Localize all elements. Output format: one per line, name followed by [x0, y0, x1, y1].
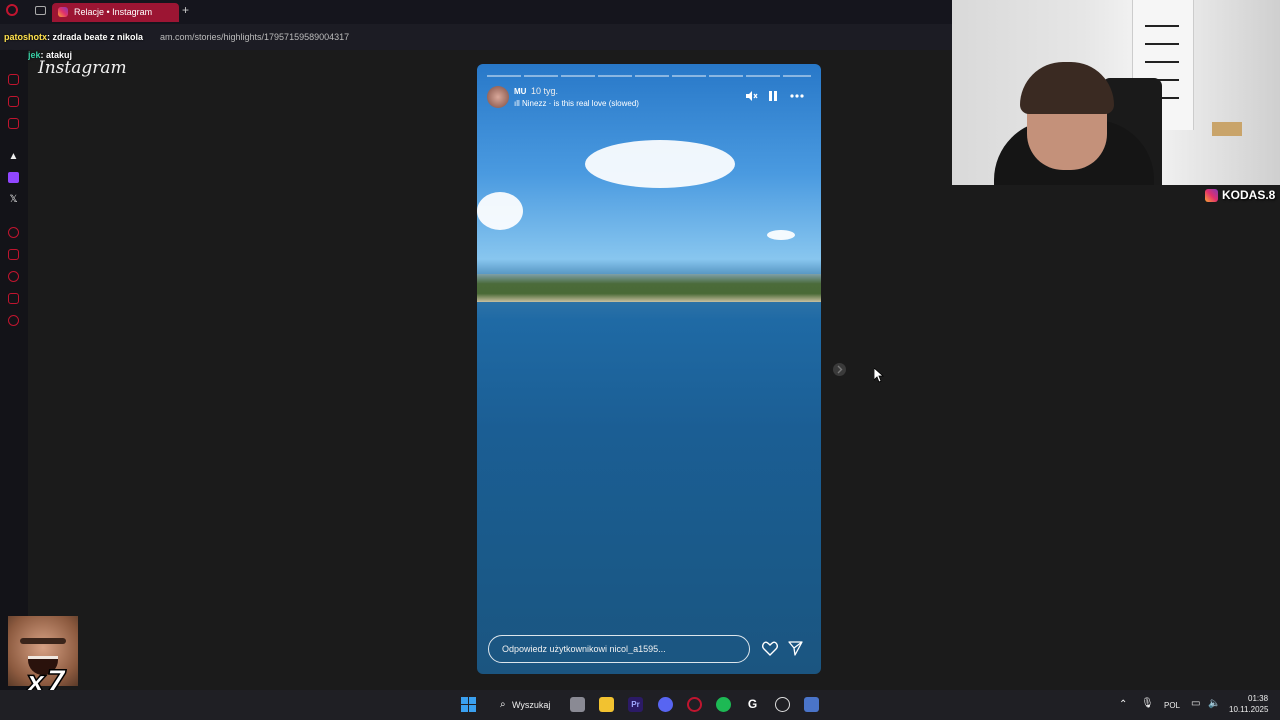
more-options-icon[interactable] [790, 90, 804, 104]
app-g-icon[interactable]: G [745, 697, 760, 712]
instagram-handle: KODAS.8 [1222, 188, 1276, 202]
mouse-cursor-icon [873, 367, 885, 388]
twitch-icon[interactable] [8, 172, 19, 183]
story-progress-segment [672, 75, 706, 77]
clock-icon[interactable] [8, 271, 19, 282]
search-icon: ⌕ [500, 699, 506, 710]
story-progress-segment [709, 75, 743, 77]
bookmark-icon[interactable] [8, 249, 19, 260]
tray-overflow-icon[interactable]: ⌃ [1119, 699, 1127, 710]
tab-instagram-stories[interactable]: Relacje • Instagram [52, 3, 179, 22]
cloud-image [585, 140, 735, 188]
clock-date[interactable]: 10.11.2025 [1229, 705, 1268, 714]
task-view-icon[interactable] [570, 697, 585, 712]
box-image [1212, 122, 1242, 136]
network-icon[interactable]: ▭ [1191, 698, 1200, 709]
avatar[interactable] [487, 86, 509, 108]
story-username[interactable]: MU [514, 87, 526, 96]
island-shoreline-image [477, 274, 821, 302]
music-title: Ninezz · is this real love (slowed) [522, 99, 639, 108]
door-slat [1145, 25, 1179, 27]
story-progress-segment [524, 75, 558, 77]
like-heart-icon[interactable] [762, 641, 778, 661]
tab-title: Relacje • Instagram [74, 7, 153, 17]
file-explorer-icon[interactable] [599, 697, 614, 712]
story-progress-segment [746, 75, 780, 77]
history-icon[interactable] [8, 227, 19, 238]
story-progress-segment [783, 75, 811, 77]
instagram-icon [58, 7, 68, 17]
windows-taskbar: ⌕ Wyszukaj Pr G ⌃ 🎙 POL ▭ 🔈 01:38 10.11.… [0, 690, 1280, 720]
mute-icon[interactable] [745, 90, 758, 104]
chat-text: : zdrada beate z nikola [47, 32, 144, 42]
story-music-label[interactable]: ıll Ninezz · is this real love (slowed) [514, 99, 639, 108]
send-direct-icon[interactable] [788, 641, 803, 661]
discord-icon[interactable] [658, 697, 673, 712]
taskbar-search[interactable]: ⌕ Wyszukaj [490, 695, 556, 715]
door-slat [1145, 43, 1179, 45]
microphone-icon[interactable]: 🎙 [1141, 698, 1154, 709]
language-indicator[interactable]: POL [1164, 701, 1180, 710]
story-progress-segment [487, 75, 521, 77]
story-viewer[interactable]: MU 10 tyg. ıll Ninezz · is this real lov… [477, 64, 821, 674]
new-tab-button[interactable]: + [182, 4, 189, 16]
story-progress-segment [635, 75, 669, 77]
webcam-feed [952, 0, 1280, 185]
music-player-icon[interactable] [8, 118, 19, 129]
windows-start-icon[interactable] [461, 697, 476, 712]
chat-message: patoshotx: zdrada beate z nikola [4, 32, 143, 42]
story-time-ago: 10 tyg. [531, 86, 559, 96]
instagram-icon [1205, 188, 1218, 202]
premiere-icon[interactable]: Pr [628, 697, 643, 712]
calculator-icon[interactable] [804, 697, 819, 712]
tab-overview-icon[interactable] [35, 6, 46, 15]
chat-username: patoshotx [4, 32, 48, 42]
instagram-sidebar-icon[interactable] [8, 96, 19, 107]
cloud-image [477, 192, 523, 230]
browser-tab-bar: Relacje • Instagram + [0, 0, 952, 24]
settings-icon[interactable] [8, 315, 19, 326]
emote-eyes [20, 638, 66, 644]
pause-icon[interactable] [768, 90, 778, 104]
browser-sidebar: ▲ 𝕏 [0, 50, 28, 690]
search-label: Wyszukaj [512, 700, 551, 710]
instagram-logo[interactable]: Instagram [38, 58, 127, 78]
cloud-image [767, 230, 795, 240]
opera-icon[interactable] [687, 697, 702, 712]
extensions-icon[interactable] [8, 293, 19, 304]
streamer-hair-image [1020, 62, 1114, 114]
streamer-instagram-tag: KODAS.8 [1205, 188, 1275, 202]
clock-time[interactable]: 01:38 [1248, 694, 1268, 703]
volume-icon[interactable]: 🔈 [1208, 698, 1220, 709]
chatgpt-icon[interactable] [775, 697, 790, 712]
url-text[interactable]: am.com/stories/highlights/17957159589004… [160, 32, 349, 42]
music-bars-icon: ıll [514, 99, 522, 108]
door-slat [1145, 61, 1179, 63]
spotify-icon[interactable] [716, 697, 731, 712]
story-reply-input[interactable] [488, 635, 750, 663]
story-progress-segment [598, 75, 632, 77]
next-story-button[interactable] [833, 363, 846, 376]
messenger-icon[interactable] [8, 74, 19, 85]
x-icon[interactable]: 𝕏 [8, 194, 19, 205]
story-progress-segment [561, 75, 595, 77]
aria-icon[interactable]: ▲ [8, 151, 19, 162]
opera-logo-icon[interactable] [6, 4, 18, 16]
